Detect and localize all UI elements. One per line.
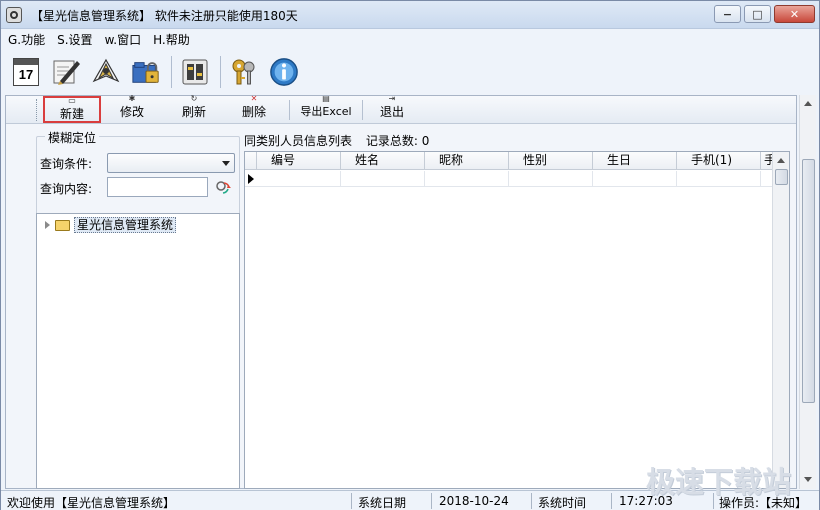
- folder-icon: [55, 219, 70, 231]
- edit-icon: ✱: [128, 94, 136, 103]
- delete-button[interactable]: ✕ 删除: [232, 94, 276, 123]
- scroll-up-icon[interactable]: [773, 152, 789, 168]
- refresh-icon: ↻: [190, 94, 198, 103]
- status-date-label: 系统日期: [358, 496, 407, 510]
- main-toolbar: 17: [1, 51, 819, 93]
- pen-icon[interactable]: [51, 56, 81, 88]
- exit-icon: ⇥: [388, 94, 396, 103]
- people-grid[interactable]: 编号 姓名 昵称 性别 生日 手机(1) 手: [244, 151, 790, 489]
- column-header[interactable]: 昵称: [425, 152, 509, 170]
- table-cell[interactable]: [425, 171, 509, 187]
- watermark: 极速下载站: [646, 465, 792, 499]
- status-welcome: 欢迎使用【星光信息管理系统】: [7, 496, 176, 510]
- status-divider: [611, 493, 612, 509]
- record-count-label: 记录总数:: [365, 134, 418, 148]
- new-button[interactable]: ▭ 新建: [43, 96, 101, 123]
- toolbar-grip[interactable]: [36, 99, 39, 121]
- condition-select[interactable]: [107, 153, 235, 173]
- sub-toolbar-separator: [289, 100, 290, 120]
- table-cell[interactable]: [341, 171, 425, 187]
- column-header[interactable]: 生日: [593, 152, 677, 170]
- record-toolbar: ▭ 新建 ✱ 修改 ↻ 刷新 ✕ 删除 ▤ 导出Excel ⇥ 退出: [6, 94, 796, 124]
- close-button[interactable]: ✕: [774, 5, 815, 23]
- calendar-day: 17: [18, 67, 34, 82]
- list-caption: 同类别人员信息列表 记录总数: 0: [244, 132, 429, 149]
- window-title: 【星光信息管理系统】 软件未注册只能使用180天: [31, 9, 298, 23]
- grid-header: 编号 姓名 昵称 性别 生日 手机(1) 手: [245, 152, 772, 170]
- lock-folder-icon[interactable]: [131, 56, 161, 88]
- table-cell[interactable]: [677, 171, 761, 187]
- row-pointer-icon: [245, 171, 257, 187]
- app-window: 【星光信息管理系统】 软件未注册只能使用180天 − □ ✕ G.功能 S.设置…: [0, 0, 820, 510]
- table-row[interactable]: [245, 171, 772, 187]
- column-header[interactable]: 性别: [509, 152, 593, 170]
- exit-button[interactable]: ⇥ 退出: [370, 94, 414, 123]
- status-time-label: 系统时间: [538, 496, 587, 510]
- category-tree[interactable]: 星光信息管理系统: [36, 213, 240, 489]
- window-controls: − □ ✕: [714, 5, 815, 23]
- compass-icon[interactable]: [91, 56, 121, 88]
- title-bar[interactable]: 【星光信息管理系统】 软件未注册只能使用180天 − □ ✕: [1, 1, 819, 29]
- grid-scrollbar[interactable]: [772, 152, 789, 488]
- export-icon: ▤: [322, 94, 330, 103]
- scroll-thumb[interactable]: [775, 169, 788, 185]
- new-button-label: 新建: [59, 107, 84, 121]
- menu-help[interactable]: H.帮助: [153, 31, 190, 48]
- tree-node-root[interactable]: 星光信息管理系统: [45, 217, 177, 233]
- keys-icon[interactable]: [229, 56, 259, 88]
- status-date: 2018-10-24: [439, 494, 509, 508]
- scroll-thumb[interactable]: [802, 159, 815, 403]
- refresh-button[interactable]: ↻ 刷新: [172, 94, 216, 123]
- column-header[interactable]: 姓名: [341, 152, 425, 170]
- status-divider: [531, 493, 532, 509]
- exit-button-label: 退出: [379, 105, 404, 119]
- menu-function[interactable]: G.功能: [8, 31, 45, 48]
- sub-toolbar-separator: [362, 100, 363, 120]
- status-divider: [351, 493, 352, 509]
- toolbar-separator: [220, 56, 221, 88]
- minimize-button[interactable]: −: [714, 5, 741, 23]
- menu-window[interactable]: w.窗口: [105, 31, 142, 48]
- column-header[interactable]: 手机(1): [677, 152, 761, 170]
- scroll-down-icon[interactable]: [800, 471, 816, 487]
- app-icon[interactable]: [6, 7, 22, 23]
- column-header[interactable]: 编号: [257, 152, 341, 170]
- refresh-button-label: 刷新: [181, 105, 206, 119]
- record-count: 0: [421, 134, 430, 148]
- menu-settings[interactable]: S.设置: [57, 31, 92, 48]
- tree-node-label: 星光信息管理系统: [74, 217, 177, 233]
- table-cell[interactable]: [509, 171, 593, 187]
- table-cell[interactable]: [257, 171, 341, 187]
- maximize-button[interactable]: □: [744, 5, 771, 23]
- content-input[interactable]: [107, 177, 208, 197]
- scroll-up-icon[interactable]: [800, 95, 816, 111]
- info-icon[interactable]: [269, 56, 299, 88]
- edit-button[interactable]: ✱ 修改: [110, 94, 154, 123]
- column-header[interactable]: 手: [761, 152, 772, 170]
- condition-label: 查询条件:: [40, 157, 93, 171]
- status-divider: [431, 493, 432, 509]
- calendar-icon[interactable]: 17: [11, 56, 41, 88]
- main-area: ▭ 新建 ✱ 修改 ↻ 刷新 ✕ 删除 ▤ 导出Excel ⇥ 退出 模糊定位 …: [5, 95, 797, 489]
- settings-icon[interactable]: [180, 56, 210, 88]
- delete-icon: ✕: [250, 94, 258, 103]
- export-excel-button[interactable]: ▤ 导出Excel: [294, 94, 358, 123]
- chevron-down-icon[interactable]: [222, 161, 230, 166]
- toolbar-separator: [171, 56, 172, 88]
- row-indicator-header: [245, 152, 257, 170]
- new-icon: ▭: [68, 96, 76, 105]
- export-button-label: 导出Excel: [300, 105, 352, 118]
- content-label: 查询内容:: [40, 182, 93, 196]
- fuzzy-locate-title: 模糊定位: [45, 129, 100, 146]
- edit-button-label: 修改: [119, 105, 144, 119]
- menu-bar: G.功能 S.设置 w.窗口 H.帮助: [1, 29, 819, 49]
- table-cell[interactable]: [593, 171, 677, 187]
- delete-button-label: 删除: [241, 105, 266, 119]
- list-title: 同类别人员信息列表: [244, 134, 353, 148]
- expand-icon[interactable]: [45, 221, 50, 229]
- window-scrollbar[interactable]: [799, 95, 816, 489]
- search-icon[interactable]: [213, 177, 233, 197]
